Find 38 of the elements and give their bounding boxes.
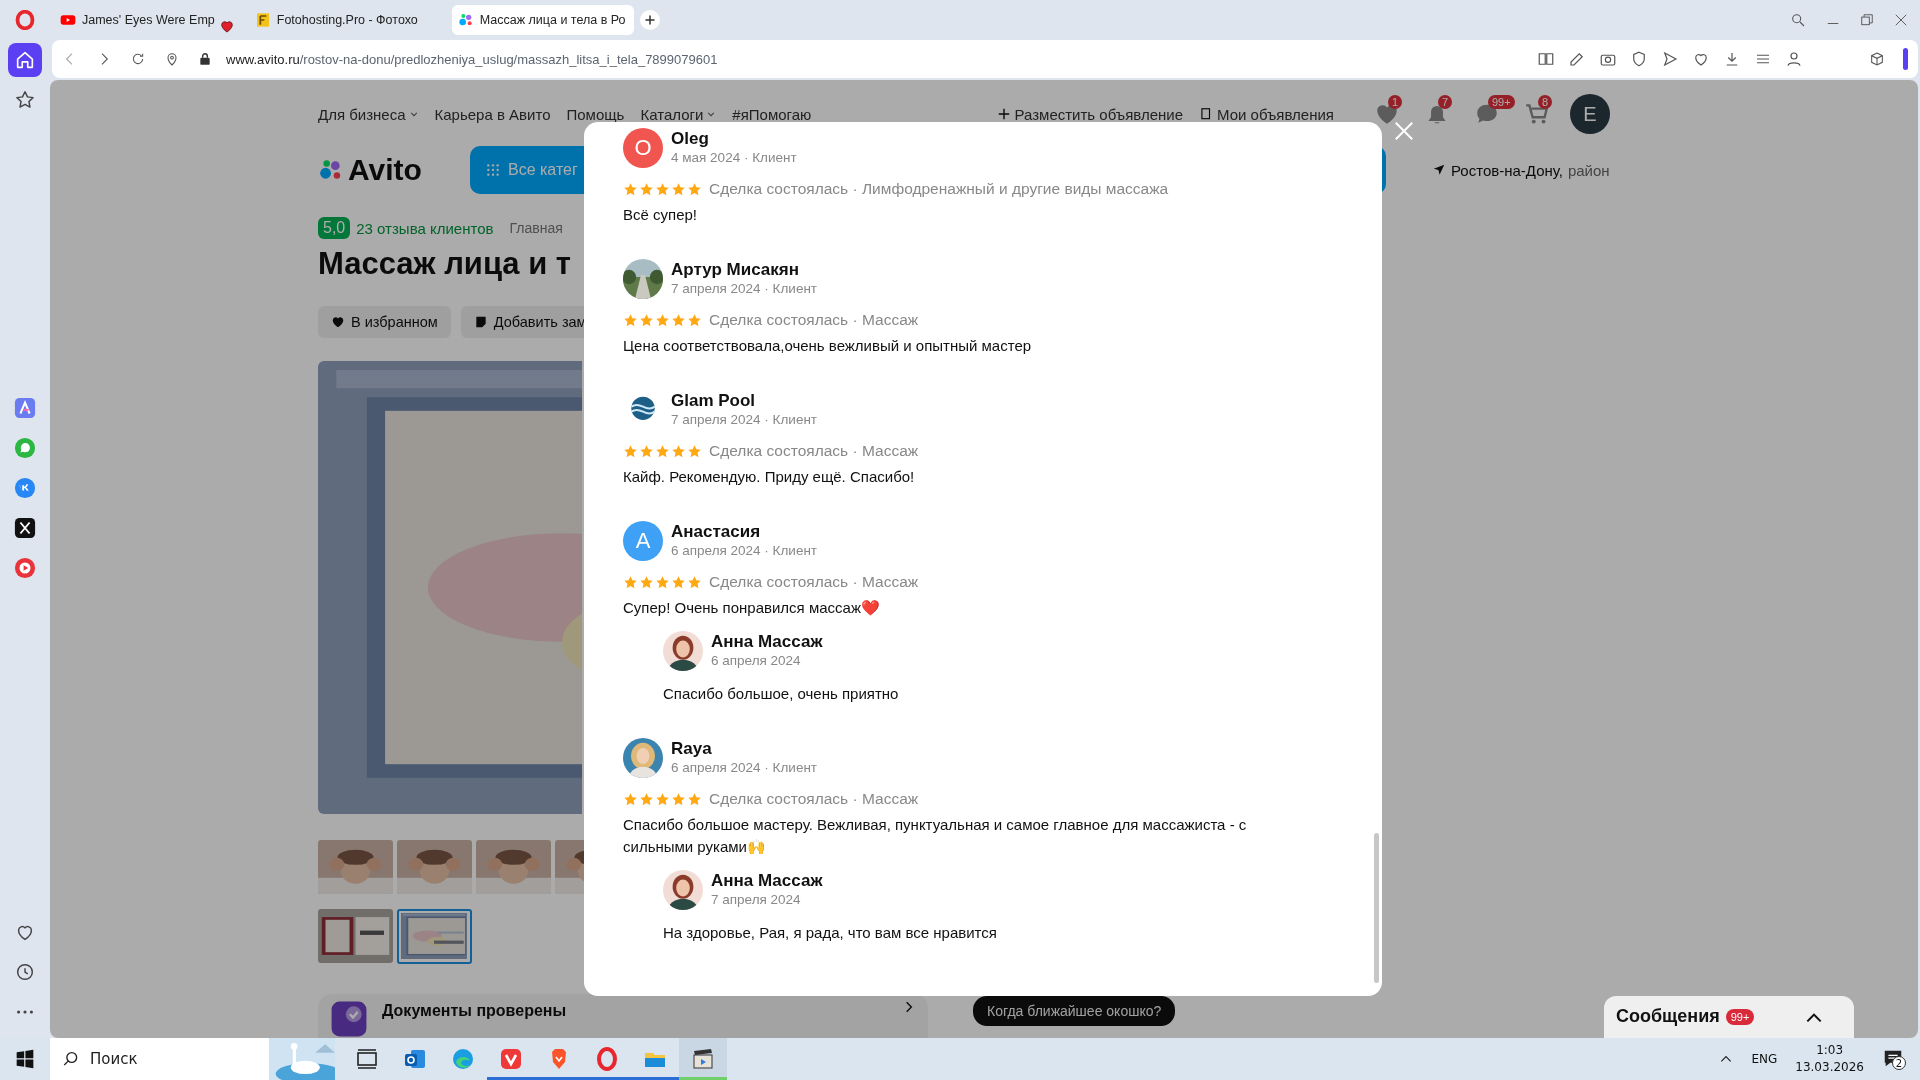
deal-info: Сделка состоялась · Массаж — [709, 790, 919, 808]
deal-info: Сделка состоялась · Массаж — [709, 311, 919, 329]
review-text: Всё супер! — [623, 205, 698, 225]
review-meta: 6 апреля 2024 · Клиент — [671, 759, 818, 777]
review-meta: 7 апреля 2024 · Клиент — [671, 280, 818, 298]
rating-badge: 5,0 — [318, 217, 351, 239]
deal-info: Сделка состоялась · Лимфодренажный и другие виды массажа — [709, 180, 1169, 198]
search-placeholder: Поиск — [90, 1050, 139, 1068]
user-avatar: А — [623, 521, 663, 561]
author-name: Oleg — [671, 129, 710, 149]
review-meta: 6 апреля 2024 · Клиент — [671, 542, 818, 560]
card-title: Документы проверены — [382, 1001, 567, 1021]
author-name: Анастасия — [671, 522, 762, 542]
count-badge: 7 — [1438, 95, 1453, 109]
widget-title: Сообщения — [1616, 1006, 1720, 1027]
reply-text: Спасибо большое, очень приятно — [663, 684, 900, 704]
review-meta: 4 мая 2024 · Клиент — [671, 149, 797, 167]
author-name: Анна Массаж — [711, 871, 823, 891]
count-badge: 99+ — [1488, 95, 1515, 109]
count-badge: 8 — [1538, 95, 1553, 109]
review-date: 7 апреля 2024 — [711, 891, 802, 909]
author-name: Glam Pool — [671, 391, 757, 411]
author-name: Артур Мисакян — [671, 260, 800, 280]
listing-title: Массаж лица и т — [318, 246, 572, 283]
count-badge: 99+ — [1725, 1009, 1755, 1025]
review-text: Кайф. Рекомендую. Приду ещё. Спасибо! — [623, 467, 916, 487]
author-name: Анна Массаж — [711, 632, 823, 652]
user-avatar: O — [623, 128, 663, 168]
deal-info: Сделка состоялась · Массаж — [709, 573, 919, 591]
count-badge: 1 — [1388, 95, 1403, 109]
review-text: Цена соответствовала,очень вежливый и опытный мастер — [623, 336, 1033, 356]
review-text: Спасибо большое мастеру. Вежливая, пунктуальная и самое главное для массажиста - с сильными руками🙌 — [623, 815, 1248, 857]
review-text: Супер! Очень понравился массаж❤ — [623, 598, 881, 618]
review-date: 6 апреля 2024 — [711, 652, 802, 670]
deal-info: Сделка состоялась · Массаж — [709, 442, 919, 460]
author-name: Raya — [671, 739, 713, 759]
review-meta: 7 апреля 2024 · Клиент — [671, 411, 818, 429]
reply-text: На здоровье, Рая, я рада, что вам все нравится — [663, 923, 998, 943]
